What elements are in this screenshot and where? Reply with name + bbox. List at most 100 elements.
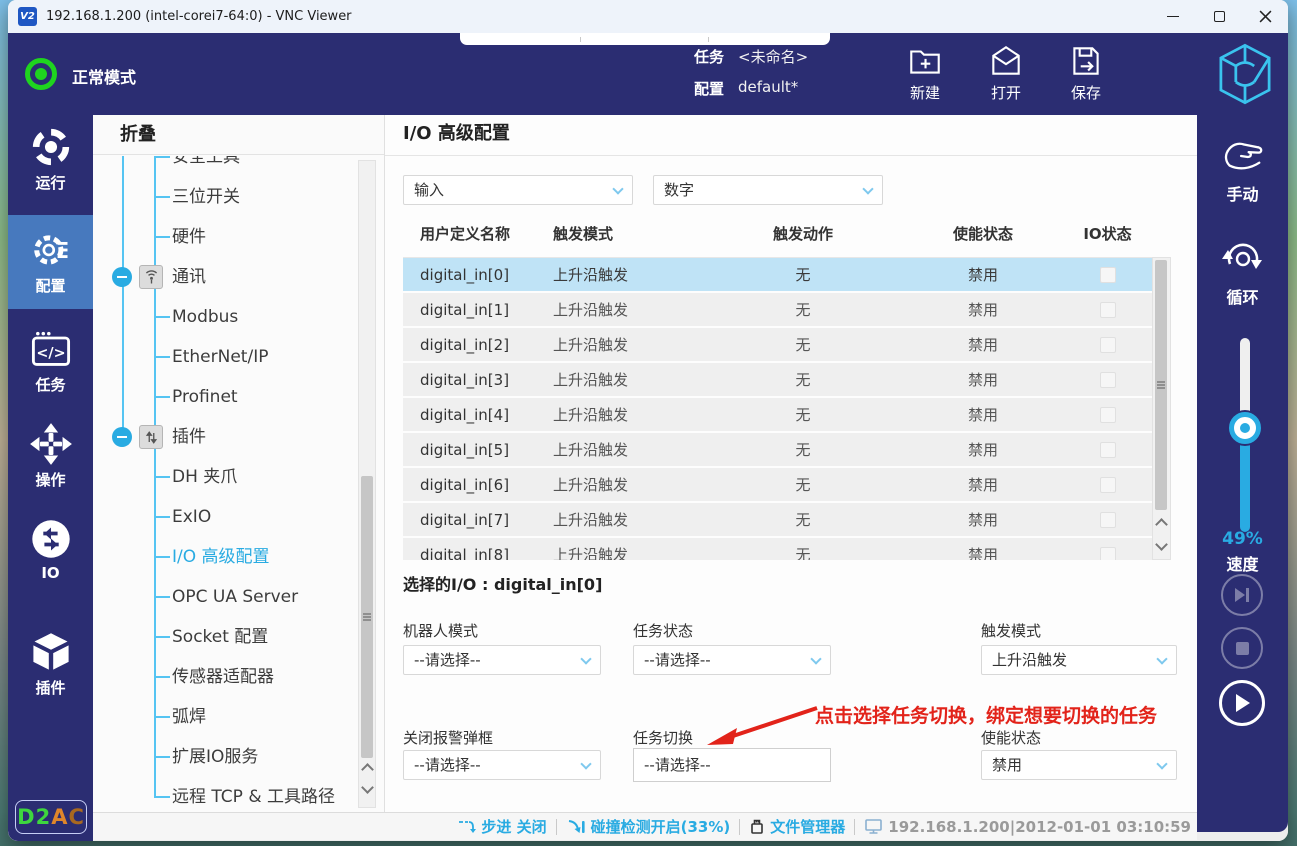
- io-state-checkbox[interactable]: [1099, 511, 1116, 528]
- tree-item-socket-config[interactable]: Socket 配置: [93, 617, 353, 657]
- vnc-titlebar[interactable]: V2 192.168.1.200 (intel-corei7-64:0) - V…: [8, 0, 1288, 33]
- tree-scrollbar[interactable]: [358, 160, 376, 808]
- left-sidebar: 运行 配置 </> 任务 操作 IO 插件 D 2 A C: [8, 115, 93, 841]
- col-header-name: 用户定义名称: [420, 225, 511, 243]
- tree-item-extended-io-service[interactable]: 扩展IO服务: [93, 737, 353, 777]
- stop-icon: [1235, 641, 1249, 655]
- minimize-button[interactable]: [1150, 0, 1196, 33]
- scroll-down-icon[interactable]: [1155, 538, 1168, 551]
- antenna-icon: [139, 265, 163, 289]
- sidebar-item-task[interactable]: </> 任务: [8, 327, 93, 413]
- maximize-button[interactable]: [1196, 0, 1242, 33]
- table-row[interactable]: digital_in[6] 上升沿触发 无禁用: [403, 468, 1152, 501]
- table-row[interactable]: digital_in[2] 上升沿触发 无禁用: [403, 328, 1152, 361]
- table-scrollbar[interactable]: [1152, 257, 1171, 560]
- new-button[interactable]: 新建: [885, 42, 965, 103]
- file-manager-button[interactable]: 文件管理器: [749, 816, 845, 837]
- table-row[interactable]: digital_in[7] 上升沿触发 无禁用: [403, 503, 1152, 536]
- collision-detection-status[interactable]: 碰撞检测开启(33%): [566, 816, 730, 837]
- tree-item-dh-gripper[interactable]: DH 夹爪: [93, 457, 353, 497]
- io-direction-select[interactable]: 输入: [403, 175, 633, 205]
- table-row[interactable]: digital_in[8] 上升沿触发 无禁用: [403, 538, 1152, 560]
- mode-label: 正常模式: [72, 68, 137, 87]
- save-button[interactable]: 保存: [1046, 42, 1126, 103]
- tree-item-hardware[interactable]: 硬件: [93, 217, 353, 257]
- chevron-down-icon: [1156, 653, 1168, 665]
- new-file-icon: [910, 50, 940, 74]
- table-scrollbar-thumb[interactable]: [1155, 260, 1167, 510]
- tree-item-exio[interactable]: ExIO: [93, 497, 353, 537]
- collision-icon: [568, 820, 585, 833]
- tree-item-profinet[interactable]: Profinet: [93, 377, 353, 417]
- task-switch-select[interactable]: --请选择--: [633, 748, 831, 782]
- tree-item-opc-ua-server[interactable]: OPC UA Server: [93, 577, 353, 617]
- close-button[interactable]: [1242, 0, 1288, 33]
- sidebar-item-plugin[interactable]: 插件: [8, 630, 93, 716]
- table-row[interactable]: digital_in[1] 上升沿触发 无禁用: [403, 293, 1152, 326]
- sidebar-item-io[interactable]: IO: [8, 517, 93, 603]
- io-table: digital_in[0] 上升沿触发 无禁用 digital_in[1] 上升沿触…: [403, 257, 1152, 560]
- collapse-minus-icon[interactable]: [112, 427, 132, 447]
- table-row[interactable]: digital_in[4] 上升沿触发 无禁用: [403, 398, 1152, 431]
- tree-item-ethernet-ip[interactable]: EtherNet/IP: [93, 337, 353, 377]
- collapse-minus-icon[interactable]: [112, 267, 132, 287]
- tree-collapse-header[interactable]: 折叠: [93, 115, 384, 155]
- io-state-checkbox[interactable]: [1099, 546, 1116, 560]
- task-state-select[interactable]: --请选择--: [633, 645, 831, 675]
- tree-item-sensor-adapter[interactable]: 传感器适配器: [93, 657, 353, 697]
- brand-logo-icon: [1219, 43, 1271, 105]
- io-state-checkbox[interactable]: [1099, 301, 1116, 318]
- sidebar-item-config[interactable]: 配置: [8, 215, 93, 309]
- sidebar-item-run[interactable]: 运行: [8, 125, 93, 211]
- divider: [739, 818, 741, 835]
- io-state-checkbox[interactable]: [1099, 441, 1116, 458]
- scroll-up-icon[interactable]: [1155, 518, 1168, 531]
- desktop: V2 192.168.1.200 (intel-corei7-64:0) - V…: [0, 0, 1297, 846]
- tree-body: 安全工具 三位开关 硬件 通讯 Modbus EtherNet/IP Profi…: [93, 156, 384, 812]
- io-state-checkbox[interactable]: [1099, 371, 1116, 388]
- status-bar: 步进 关闭 碰撞检测开启(33%) 文件管理器 192.168.1.200|20…: [93, 812, 1197, 840]
- manual-mode-button[interactable]: 手动: [1197, 133, 1288, 205]
- trigger-mode-select[interactable]: 上升沿触发: [981, 645, 1177, 675]
- task-state-label: 任务状态: [633, 622, 694, 640]
- tree-node-communication[interactable]: 通讯: [93, 257, 353, 297]
- signal-type-select[interactable]: 数字: [653, 175, 883, 205]
- vnc-toolbar-notch[interactable]: [460, 33, 830, 45]
- tree-item-three-position-switch[interactable]: 三位开关: [93, 177, 353, 217]
- maximize-icon: [1213, 11, 1225, 22]
- step-next-button[interactable]: [1221, 574, 1263, 616]
- cycle-mode-button[interactable]: 循环: [1197, 236, 1288, 308]
- tree-item-remote-tcp-tool-path[interactable]: 远程 TCP & 工具路径: [93, 777, 353, 812]
- col-header-io-state: IO状态: [1083, 225, 1132, 243]
- io-state-checkbox[interactable]: [1099, 266, 1116, 283]
- sidebar-item-operate[interactable]: 操作: [8, 422, 93, 508]
- step-status[interactable]: 步进 关闭: [458, 816, 547, 837]
- play-button[interactable]: [1219, 680, 1265, 726]
- speed-percentage: 49%: [1222, 529, 1263, 549]
- table-row[interactable]: digital_in[3] 上升沿触发 无禁用: [403, 363, 1152, 396]
- table-row[interactable]: digital_in[0] 上升沿触发 无禁用: [403, 258, 1152, 291]
- slider-handle[interactable]: [1229, 412, 1261, 444]
- scroll-down-icon[interactable]: [361, 781, 374, 794]
- tree-item-safety-tool[interactable]: 安全工具: [93, 156, 353, 177]
- enable-state-select[interactable]: 禁用: [981, 750, 1177, 780]
- speed-label: 速度: [1226, 555, 1259, 574]
- io-state-checkbox[interactable]: [1099, 336, 1116, 353]
- robot-mode-select[interactable]: --请选择--: [403, 645, 601, 675]
- io-state-checkbox[interactable]: [1099, 406, 1116, 423]
- col-header-trigger-action: 触发动作: [772, 225, 833, 243]
- tree-node-plugin[interactable]: 插件: [93, 417, 353, 457]
- tree-scrollbar-thumb[interactable]: [361, 476, 373, 758]
- skip-next-icon: [1235, 588, 1249, 602]
- scroll-up-icon[interactable]: [361, 763, 374, 776]
- right-sidebar: 手动 循环 49% 速度: [1197, 115, 1288, 832]
- table-row[interactable]: digital_in[5] 上升沿触发 无禁用: [403, 433, 1152, 466]
- tree-item-modbus[interactable]: Modbus: [93, 297, 353, 337]
- d2ac-badge[interactable]: D 2 A C: [15, 800, 87, 834]
- close-alarm-select[interactable]: --请选择--: [403, 750, 601, 780]
- tree-item-io-advanced-config[interactable]: I/O 高级配置: [93, 537, 353, 577]
- io-state-checkbox[interactable]: [1099, 476, 1116, 493]
- tree-item-arc-welding[interactable]: 弧焊: [93, 697, 353, 737]
- stop-button[interactable]: [1221, 627, 1263, 669]
- open-button[interactable]: 打开: [966, 42, 1046, 103]
